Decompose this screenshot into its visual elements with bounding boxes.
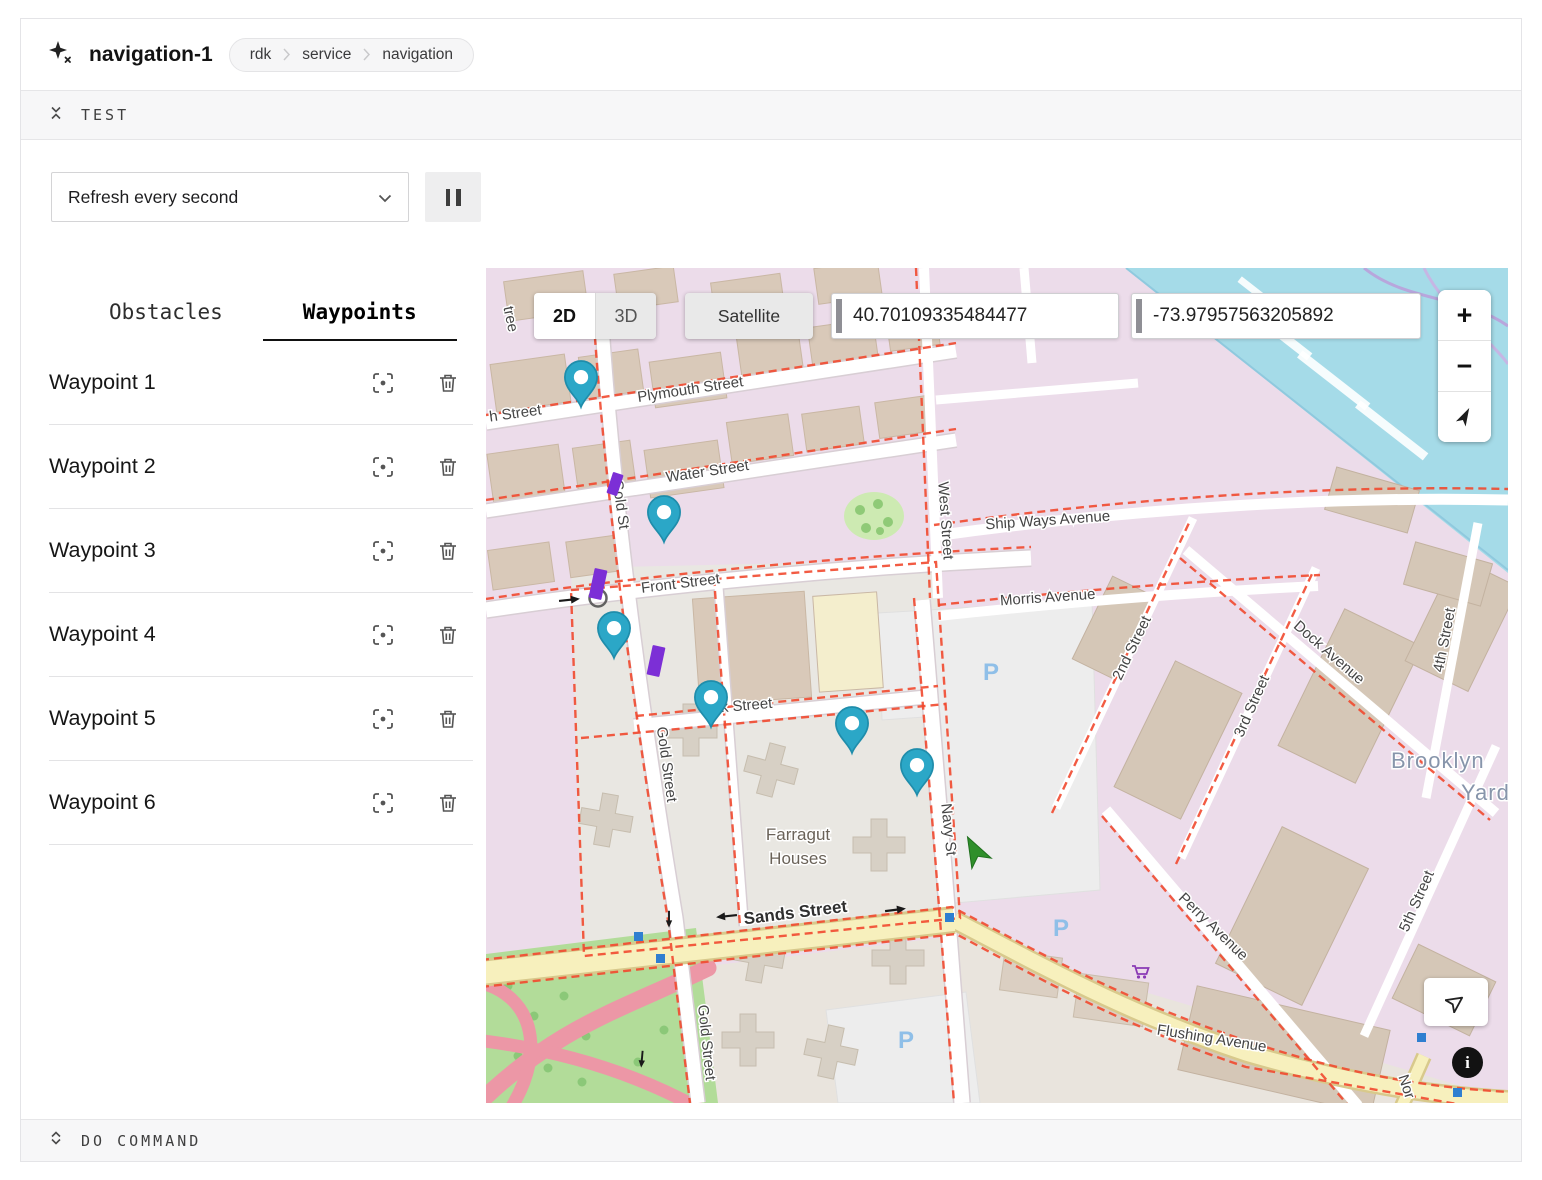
latitude-field: [831, 293, 1119, 339]
delete-waypoint-button[interactable]: [433, 536, 463, 566]
waypoint-row: Waypoint 6: [49, 761, 473, 845]
waypoint-row: Waypoint 2: [49, 425, 473, 509]
focus-waypoint-button[interactable]: [367, 703, 399, 735]
waypoint-list: Waypoint 1: [49, 341, 486, 845]
place-label-farragut-2: Houses: [769, 849, 827, 868]
test-section-bar[interactable]: TEST: [21, 90, 1521, 140]
collapse-icon[interactable]: [49, 105, 63, 126]
place-label-yard: Yard: [1461, 780, 1508, 805]
waypoint-label: Waypoint 4: [49, 622, 367, 647]
delete-waypoint-button[interactable]: [433, 788, 463, 818]
navigate-arrow-icon: [1445, 991, 1467, 1013]
map-zoom-controls: + −: [1438, 290, 1491, 442]
breadcrumb-item[interactable]: service: [302, 46, 351, 64]
map-canvas: Plymouth Street Water Street Front Stree…: [486, 268, 1508, 1103]
parking-icon: P: [1053, 915, 1069, 942]
panel-tabs: Obstacles Waypoints: [69, 294, 486, 341]
parking-icon: P: [898, 1027, 914, 1054]
tab-obstacles[interactable]: Obstacles: [69, 294, 263, 341]
longitude-handle[interactable]: [1136, 299, 1142, 333]
waypoint-row: Waypoint 1: [49, 341, 473, 425]
navigation-card: navigation-1 rdk service navigation: [20, 18, 1522, 1162]
compass-reset-button[interactable]: [1438, 392, 1491, 442]
longitude-input[interactable]: [1153, 305, 1420, 327]
map[interactable]: Plymouth Street Water Street Front Stree…: [486, 268, 1508, 1103]
latitude-input[interactable]: [853, 305, 1118, 327]
waypoint-label: Waypoint 2: [49, 454, 367, 479]
delete-waypoint-button[interactable]: [433, 704, 463, 734]
chevron-right-icon: [363, 48, 370, 61]
tab-waypoints[interactable]: Waypoints: [263, 294, 457, 341]
chevron-right-icon: [283, 48, 290, 61]
focus-waypoint-button[interactable]: [367, 451, 399, 483]
waypoint-row: Waypoint 4: [49, 593, 473, 677]
map-3d-button[interactable]: 3D: [595, 293, 656, 339]
breadcrumb-item[interactable]: rdk: [250, 46, 272, 64]
focus-waypoint-button[interactable]: [367, 619, 399, 651]
test-section-label: TEST: [81, 106, 129, 124]
focus-waypoint-button[interactable]: [367, 787, 399, 819]
expand-icon[interactable]: [49, 1130, 63, 1151]
recenter-button[interactable]: [1424, 978, 1488, 1026]
refresh-row: Refresh every second: [21, 140, 1521, 268]
focus-waypoint-button[interactable]: [367, 367, 399, 399]
do-command-label: DO COMMAND: [81, 1132, 201, 1150]
waypoint-row: Waypoint 3: [49, 509, 473, 593]
page-title: navigation-1: [89, 43, 213, 67]
zoom-in-button[interactable]: +: [1438, 290, 1491, 340]
delete-waypoint-button[interactable]: [433, 452, 463, 482]
waypoint-label: Waypoint 6: [49, 790, 367, 815]
longitude-field: [1131, 293, 1421, 339]
compass-needle-icon: [1455, 406, 1475, 428]
waypoints-panel: Obstacles Waypoints Waypoint 1: [21, 268, 486, 1119]
refresh-rate-select[interactable]: Refresh every second: [51, 172, 409, 222]
waypoint-label: Waypoint 5: [49, 706, 367, 731]
place-label-brooklyn: Brooklyn: [1391, 748, 1485, 773]
main-area: Obstacles Waypoints Waypoint 1: [21, 268, 1521, 1119]
delete-waypoint-button[interactable]: [433, 620, 463, 650]
waypoint-label: Waypoint 3: [49, 538, 367, 563]
map-mode-toggle: 2D 3D: [534, 293, 656, 339]
chevron-down-icon: [378, 187, 392, 208]
service-star-icon: [47, 39, 73, 70]
waypoint-row: Waypoint 5: [49, 677, 473, 761]
waypoint-label: Waypoint 1: [49, 370, 367, 395]
card-header: navigation-1 rdk service navigation: [21, 19, 1521, 90]
map-2d-button[interactable]: 2D: [534, 293, 595, 339]
pause-icon: [446, 189, 451, 206]
map-info-button[interactable]: i: [1452, 1047, 1483, 1078]
refresh-rate-value: Refresh every second: [68, 187, 238, 208]
do-command-bar[interactable]: DO COMMAND: [21, 1119, 1521, 1161]
delete-waypoint-button[interactable]: [433, 368, 463, 398]
zoom-out-button[interactable]: −: [1438, 341, 1491, 391]
satellite-toggle-button[interactable]: Satellite: [685, 293, 813, 339]
latitude-handle[interactable]: [836, 299, 842, 333]
place-label-farragut-1: Farragut: [766, 825, 831, 844]
parking-icon: P: [983, 659, 999, 686]
breadcrumb: rdk service navigation: [229, 38, 474, 72]
focus-waypoint-button[interactable]: [367, 535, 399, 567]
pause-refresh-button[interactable]: [425, 172, 481, 222]
breadcrumb-item[interactable]: navigation: [382, 46, 453, 64]
